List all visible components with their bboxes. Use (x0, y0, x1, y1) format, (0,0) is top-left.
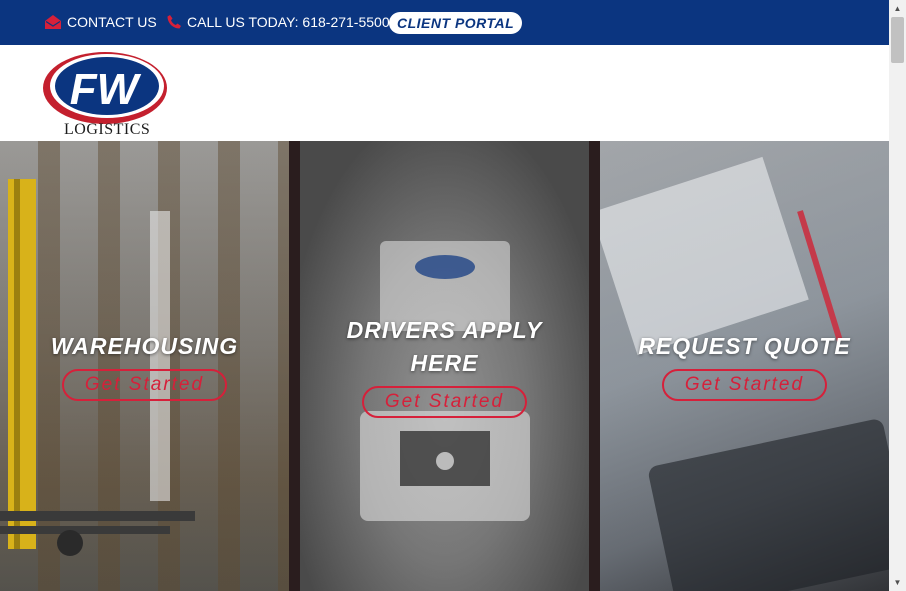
drivers-title-line1: DRIVERS APPLY (346, 317, 543, 343)
scroll-up-arrow-icon[interactable]: ▲ (889, 0, 906, 17)
request-quote-content: REQUEST QUOTE Get Started (600, 330, 889, 401)
fw-logo-icon: FW (43, 52, 167, 124)
page-scrollbar[interactable]: ▲ ▼ (889, 0, 906, 591)
site-logo[interactable]: FW (40, 49, 172, 132)
panel-divider (289, 141, 300, 591)
drivers-title-line2: HERE (410, 350, 479, 376)
warehousing-title: WAREHOUSING (50, 333, 239, 359)
drivers-title: DRIVERS APPLY HERE (300, 314, 589, 380)
phone-icon (167, 15, 181, 29)
warehousing-content: WAREHOUSING Get Started (0, 330, 289, 401)
envelope-open-icon (45, 15, 61, 29)
call-us-link[interactable]: CALL US TODAY: 618-271-5500 (167, 14, 390, 30)
logo-letters: FW (70, 65, 142, 114)
scroll-down-arrow-icon[interactable]: ▼ (889, 574, 906, 591)
scrollbar-thumb[interactable] (891, 17, 904, 63)
call-us-label: CALL US TODAY: 618-271-5500 (187, 14, 390, 30)
drivers-get-started-button[interactable]: Get Started (361, 386, 528, 418)
feature-panels: WAREHOUSING Get Started DRIVERS APPLY HE… (0, 141, 889, 591)
request-quote-get-started-button[interactable]: Get Started (661, 369, 828, 401)
warehousing-panel[interactable]: WAREHOUSING Get Started (0, 141, 289, 591)
request-quote-title: REQUEST QUOTE (638, 333, 851, 359)
contact-us-link[interactable]: CONTACT US (45, 14, 157, 30)
contact-us-label: CONTACT US (67, 14, 157, 30)
site-header: FW LOGISTICS (0, 45, 889, 141)
drivers-panel[interactable]: DRIVERS APPLY HERE Get Started (300, 141, 589, 591)
client-portal-button[interactable]: CLIENT PORTAL (389, 12, 523, 34)
panel-divider (589, 141, 600, 591)
top-bar: CONTACT US CALL US TODAY: 618-271-5500 C… (0, 0, 889, 45)
drivers-content: DRIVERS APPLY HERE Get Started (300, 314, 589, 418)
request-quote-panel[interactable]: REQUEST QUOTE Get Started (600, 141, 889, 591)
logo-subtext: LOGISTICS (64, 121, 151, 138)
warehousing-get-started-button[interactable]: Get Started (61, 369, 228, 401)
